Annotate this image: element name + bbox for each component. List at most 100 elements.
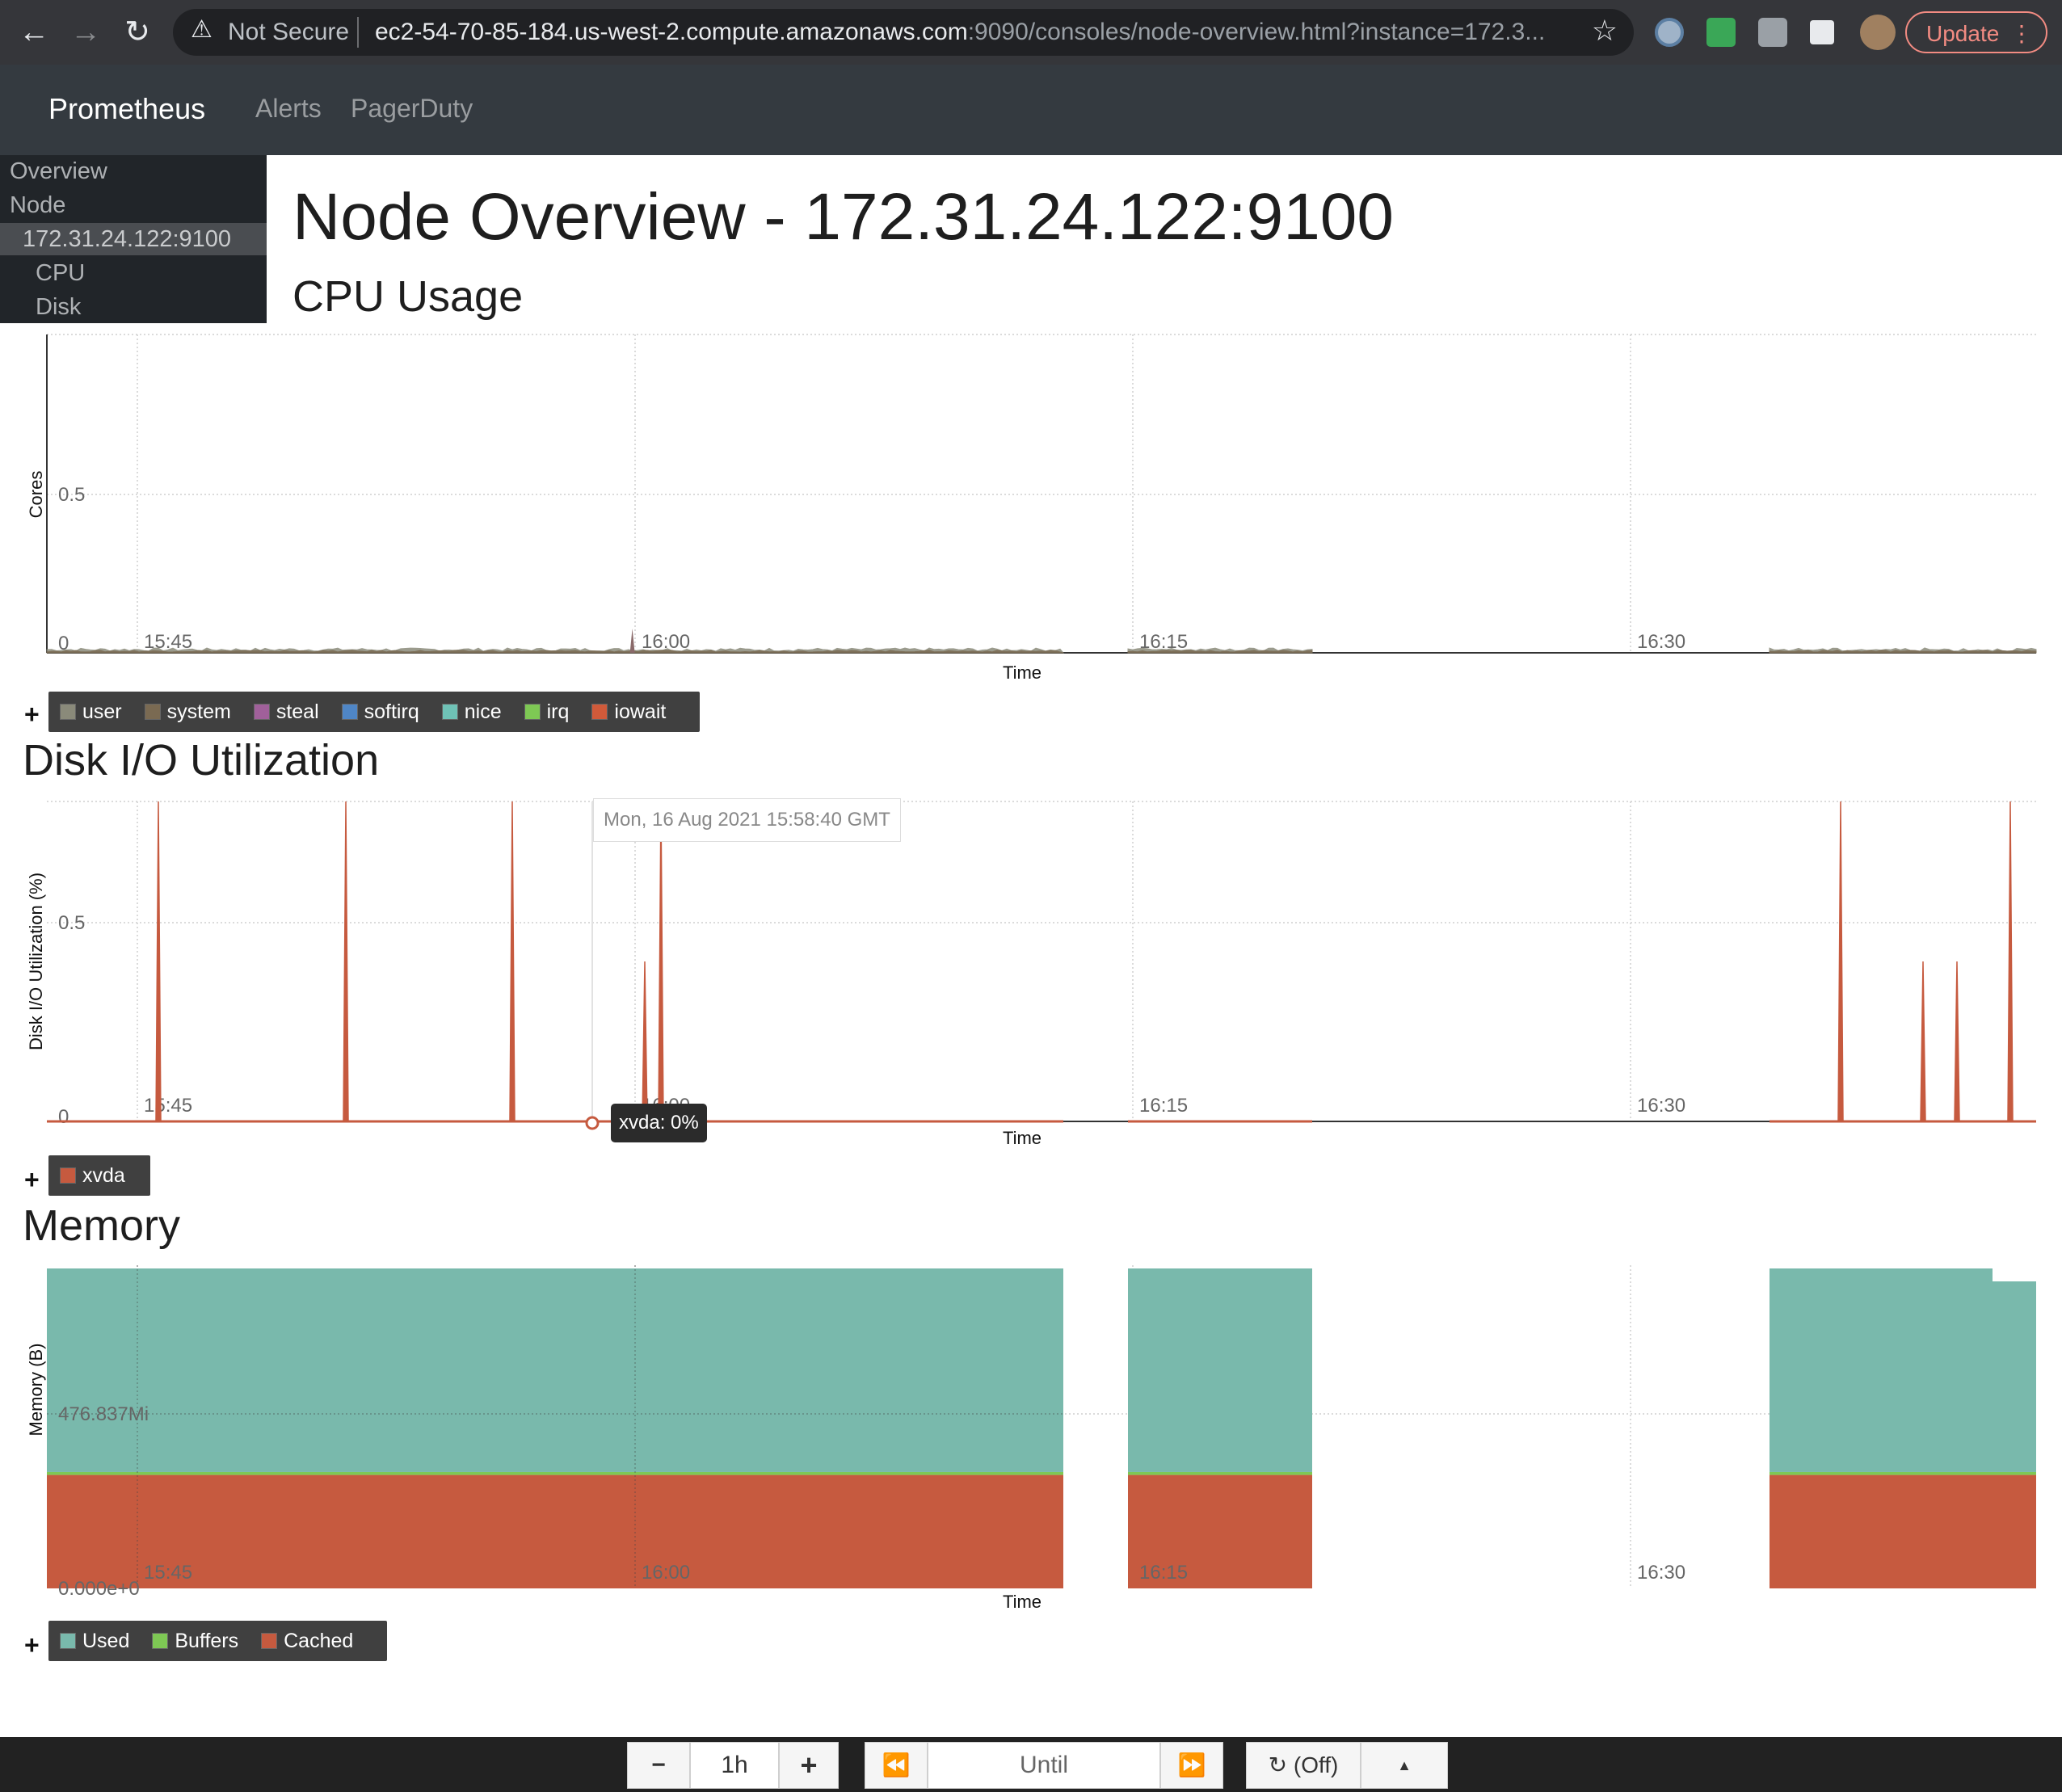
memory-area-buffers-segment-0 [47,1471,1063,1475]
legend-item-cached[interactable]: Cached [261,1630,353,1653]
mem-xtick-1545: 15:45 [144,1562,192,1584]
legend-swatch-iowait [591,704,608,720]
disk-spike-8 [2007,801,2014,1122]
update-button[interactable]: Update ⋮ [1905,11,2047,53]
camera-extension-icon[interactable] [1758,18,1787,47]
legend-swatch-softirq [341,704,358,720]
cpu-legend-toggle[interactable]: + [24,700,40,730]
until-input[interactable]: Until [928,1742,1160,1789]
legend-item-xvda[interactable]: xvda [60,1164,125,1188]
mem-xtick-1600: 16:00 [642,1562,690,1584]
menu-item-cpu[interactable]: CPU [36,260,85,287]
legend-item-softirq[interactable]: softirq [341,700,419,724]
cpu-heading: CPU Usage [292,272,524,321]
forward-icon[interactable]: → [65,11,107,53]
memory-legend: Used Buffers Cached [48,1621,388,1661]
legend-label-softirq: softirq [364,700,419,723]
menu-item-node[interactable]: Node [10,192,65,219]
menu-item-disk[interactable]: Disk [36,294,81,321]
decrease-range-button[interactable]: − [627,1742,690,1789]
legend-item-steal[interactable]: steal [253,700,319,724]
memory-area-cached-segment-2 [1770,1474,2036,1588]
bookmark-star-icon[interactable]: ☆ [1592,14,1618,48]
legend-item-system[interactable]: system [144,700,231,724]
increase-range-button[interactable]: + [779,1742,839,1789]
cpu-legend: user system steal softirq nice irq iowai… [48,692,701,732]
step-forward-button[interactable]: ⏩ [1160,1742,1223,1789]
legend-item-user[interactable]: user [60,700,122,724]
disk-series-marks [47,801,2036,1123]
puzzle-extensions-icon[interactable] [1810,20,1834,44]
reload-icon[interactable]: ↻ [116,11,158,53]
cpu-ytick-0.5: 0.5 [58,484,85,506]
legend-swatch-buffers [152,1633,169,1649]
memory-area-buffers-segment-2 [1770,1471,2036,1475]
url-path: :9090/consoles/node-overview.html?instan… [967,19,1546,45]
disk-xaxis-title: Time [1003,1128,1042,1147]
nav-link-pagerduty[interactable]: PagerDuty [351,94,473,124]
legend-item-used[interactable]: Used [60,1630,129,1653]
refresh-button[interactable]: ↻ (Off) [1246,1742,1361,1789]
legend-item-irq[interactable]: irq [524,700,570,724]
legend-label-irq: irq [546,700,570,723]
legend-swatch-xvda [60,1167,76,1184]
cpu-spike [629,629,635,653]
profile-avatar[interactable] [1860,15,1896,50]
legend-label-system: system [166,700,231,723]
cors-extension-icon[interactable] [1706,18,1736,47]
memory-heading: Memory [23,1201,181,1250]
disk-io-chart[interactable]: 0.5 0 15:45 16:00 16:15 16:30 Time Disk … [0,792,2062,1147]
refresh-icon: ↻ [1268,1752,1294,1777]
browser-toolbar: ← → ↻ ⚠ Not Secure ec2-54-70-85-184.us-w… [0,0,2062,65]
disk-spike-3 [642,961,648,1122]
disk-xtick-1615: 16:15 [1139,1095,1188,1117]
refresh-dropdown-button[interactable]: ▲ [1361,1742,1448,1789]
disk-spike-6 [1920,961,1926,1122]
legend-swatch-system [144,704,161,720]
legend-label-user: user [82,700,122,723]
cpu-xtick-1630: 16:30 [1637,631,1685,653]
legend-swatch-steal [253,704,270,720]
menu-item-instance[interactable]: 172.31.24.122:9100 [23,226,231,253]
disk-yaxis-title: Disk I/O Utilization (%) [26,873,46,1050]
address-separator [357,17,359,48]
url-host: ec2-54-70-85-184.us-west-2.compute.amazo… [375,19,968,45]
legend-item-iowait[interactable]: iowait [591,700,666,724]
brand-link[interactable]: Prometheus [48,92,205,126]
memory-area-buffers-segment-1 [1128,1471,1312,1475]
hover-value-tooltip: xvda: 0% [611,1104,707,1142]
not-secure-label: Not Secure [228,19,350,45]
legend-swatch-user [60,704,76,720]
legend-label-cached: Cached [284,1629,354,1652]
step-back-button[interactable]: ⏪ [865,1742,928,1789]
disk-spike-0 [155,801,162,1122]
extension-icon[interactable] [1655,18,1684,47]
memory-chart[interactable]: 476.837Mi 0.000e+0 15:45 16:00 16:15 16:… [0,1260,2062,1608]
range-input[interactable]: 1h [690,1742,779,1789]
mem-ytick-mid: 476.837Mi [58,1403,149,1425]
legend-label-xvda: xvda [82,1163,125,1187]
legend-item-nice[interactable]: nice [441,700,502,724]
address-bar[interactable]: ⚠ Not Secure ec2-54-70-85-184.us-west-2.… [173,9,1634,56]
warning-icon: ⚠ [191,16,213,43]
update-label: Update [1926,21,2000,46]
disk-legend-toggle[interactable]: + [24,1165,40,1195]
legend-swatch-irq [524,704,541,720]
nav-link-alerts[interactable]: Alerts [255,94,322,124]
url-text: ec2-54-70-85-184.us-west-2.compute.amazo… [375,19,1545,46]
menu-item-overview[interactable]: Overview [10,158,107,185]
cpu-usage-chart[interactable]: 0.5 0 15:45 16:00 16:15 16:30 Time Cores [0,323,2062,695]
disk-xtick-1545: 15:45 [144,1095,192,1117]
disk-spike-2 [509,801,516,1122]
mem-ytick-0: 0.000e+0 [58,1578,140,1600]
back-icon[interactable]: ← [13,11,55,53]
hover-time-tooltip: Mon, 16 Aug 2021 15:58:40 GMT [593,798,901,842]
memory-area-used-segment-0 [47,1268,1063,1472]
menu-dots-icon: ⋮ [2010,21,2033,46]
legend-label-steal: steal [276,700,319,723]
mem-xaxis-title: Time [1003,1592,1042,1608]
memory-used-step [1993,1268,2036,1281]
memory-legend-toggle[interactable]: + [24,1630,40,1660]
legend-item-buffers[interactable]: Buffers [152,1630,238,1653]
legend-label-iowait: iowait [614,700,667,723]
